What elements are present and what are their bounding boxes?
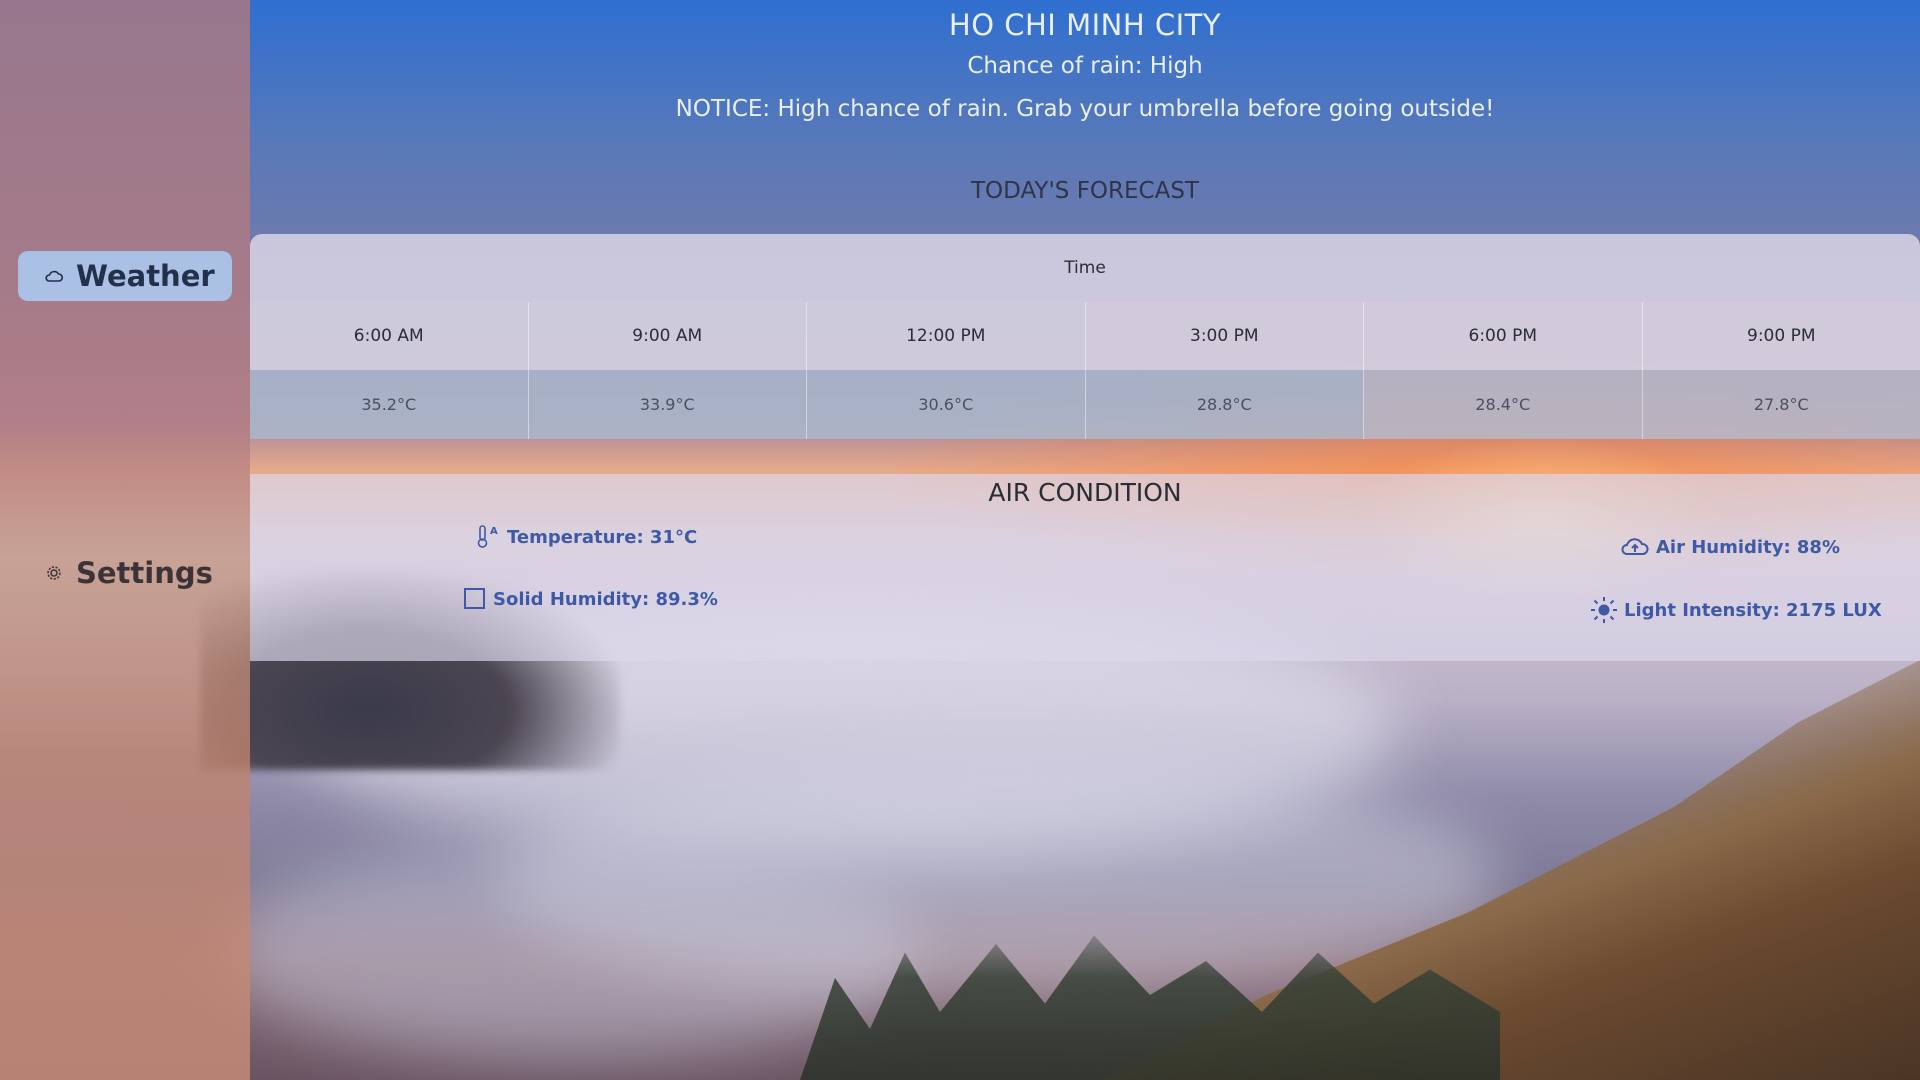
forecast-time-header: Time (250, 234, 1920, 302)
forecast-temp-cell: 30.6°C (807, 370, 1086, 439)
forecast-time-cell: 3:00 PM (1085, 302, 1364, 370)
sidebar-item-label: Settings (76, 556, 213, 590)
forecast-temps-row: 35.2°C 33.9°C 30.6°C 28.8°C 28.4°C 27.8°… (250, 370, 1920, 439)
background-fog (220, 840, 920, 1060)
forecast-temp-cell: 33.9°C (529, 370, 807, 439)
solid-humidity-value: Solid Humidity: 89.3% (493, 588, 718, 610)
sun-icon (1590, 596, 1618, 624)
forecast-time-cell: 6:00 PM (1364, 302, 1643, 370)
forecast-temp-cell: 28.8°C (1086, 370, 1364, 439)
forecast-temp-cell: 27.8°C (1642, 370, 1920, 439)
temperature-metric: A Temperature: 31°C (475, 524, 697, 550)
forecast-temp-cell: 35.2°C (250, 370, 529, 439)
forecast-time-cell: 12:00 PM (807, 302, 1086, 370)
forecast-times-row: 6:00 AM 9:00 AM 12:00 PM 3:00 PM 6:00 PM… (250, 302, 1920, 370)
square-icon (463, 587, 487, 611)
gear-icon (44, 565, 64, 581)
air-condition-title: AIR CONDITION (988, 478, 1182, 507)
forecast-time-cell: 9:00 AM (529, 302, 807, 370)
air-condition-panel: AIR CONDITION A Temperature: 31°C Solid … (250, 474, 1920, 661)
city-title: HO CHI MINH CITY (948, 8, 1222, 42)
forecast-time-cell: 9:00 PM (1642, 302, 1920, 370)
sidebar: Weather Settings (0, 0, 250, 1080)
solid-humidity-metric: Solid Humidity: 89.3% (463, 587, 718, 611)
air-humidity-metric: Air Humidity: 88% (1620, 536, 1840, 558)
thermometer-icon: A (475, 524, 501, 550)
weather-app: Weather Settings HO CHI MINH CITY Chance… (0, 0, 1920, 1080)
temperature-value: Temperature: 31°C (507, 526, 698, 548)
forecast-table: Time 6:00 AM 9:00 AM 12:00 PM 3:00 PM 6:… (250, 234, 1920, 439)
sidebar-item-weather[interactable]: Weather (18, 251, 232, 301)
air-humidity-value: Air Humidity: 88% (1656, 536, 1840, 558)
forecast-temp-cell: 28.4°C (1364, 370, 1643, 439)
forecast-time-cell: 6:00 AM (250, 302, 529, 370)
cloud-upload-icon (1620, 536, 1650, 558)
light-intensity-metric: Light Intensity: 2175 LUX (1590, 596, 1882, 624)
cloud-icon (44, 270, 64, 282)
forecast-title: TODAY'S FORECAST (971, 178, 1199, 204)
sidebar-item-label: Weather (76, 259, 215, 293)
rain-chance: Chance of rain: High (967, 53, 1203, 79)
rain-notice: NOTICE: High chance of rain. Grab your u… (675, 96, 1495, 122)
sidebar-item-settings[interactable]: Settings (18, 548, 232, 598)
light-intensity-value: Light Intensity: 2175 LUX (1624, 599, 1882, 621)
svg-text:A: A (490, 526, 498, 537)
